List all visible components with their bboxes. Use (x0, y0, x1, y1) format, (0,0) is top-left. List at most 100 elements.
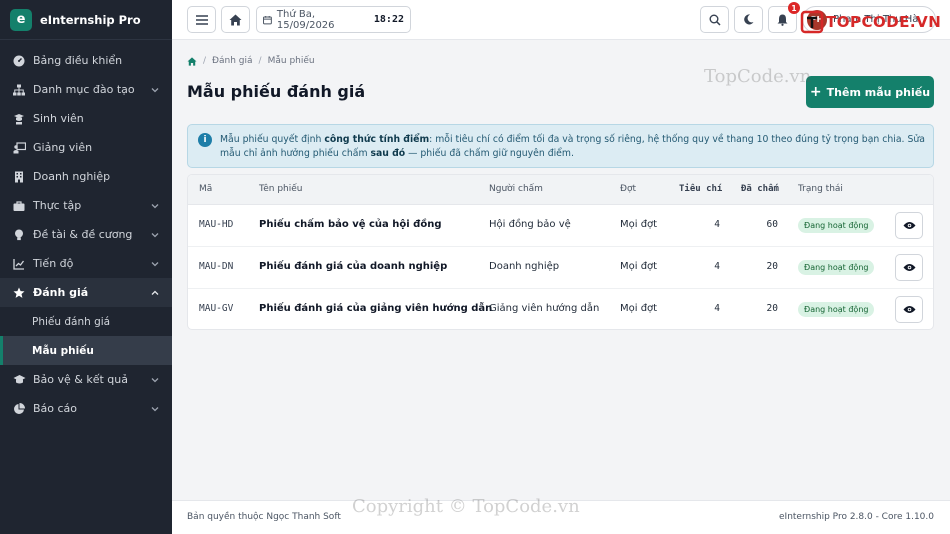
bell-icon (777, 14, 788, 26)
templates-table: Mã Tên phiếu Người chấm Đợt Tiêu chí Đã … (187, 174, 934, 330)
header-name[interactable]: Tên phiếu (259, 184, 303, 194)
chart-line-icon (12, 257, 26, 271)
chevron-down-icon (151, 261, 159, 266)
info-text-bold: sau đó (370, 148, 406, 159)
main-content: / Đánh giá / Mẫu phiếu Mẫu phiếu đánh gi… (172, 40, 950, 500)
home-icon[interactable] (187, 56, 197, 66)
sidebar-nav: Bảng điều khiển Danh mục đào tạo Sinh vi… (0, 46, 172, 423)
sidebar: e eInternship Pro Bảng điều khiển Danh m… (0, 0, 172, 534)
row-name: Phiếu đánh giá của giảng viên hướng dẫn (259, 303, 493, 314)
row-graded: 20 (766, 261, 778, 272)
table-header: Mã Tên phiếu Người chấm Đợt Tiêu chí Đã … (188, 175, 933, 205)
row-criteria: 4 (714, 219, 720, 230)
info-alert: i Mẫu phiếu quyết định công thức tính đi… (187, 124, 934, 168)
sidebar-item-label: Giảng viên (33, 141, 93, 154)
row-code: MAU-HD (199, 219, 234, 230)
theme-toggle-button[interactable] (734, 6, 763, 33)
info-text-bold: công thức tính điểm (324, 134, 430, 145)
sidebar-item-label: Doanh nghiệp (33, 170, 111, 183)
row-grader: Doanh nghiệp (489, 261, 560, 272)
footer-copyright: Bản quyền thuộc Ngọc Thanh Soft (187, 512, 341, 522)
header-round[interactable]: Đợt (620, 184, 636, 194)
brand-name: eInternship Pro (40, 12, 141, 27)
hamburger-icon (195, 14, 208, 25)
building-icon (12, 170, 26, 184)
table-row[interactable]: MAU-GV Phiếu đánh giá của giảng viên hướ… (188, 289, 933, 329)
plus-icon: + (809, 84, 822, 100)
calendar-icon (263, 15, 272, 24)
breadcrumb-separator: / (258, 56, 262, 66)
sidebar-item-lecturers[interactable]: Giảng viên (0, 133, 172, 162)
lightbulb-icon (12, 228, 26, 242)
sidebar-item-companies[interactable]: Doanh nghiệp (0, 162, 172, 191)
header-code[interactable]: Mã (199, 184, 212, 194)
search-button[interactable] (700, 6, 729, 33)
row-criteria: 4 (714, 261, 720, 272)
page-title: Mẫu phiếu đánh giá (187, 82, 366, 101)
info-text-part: Mẫu phiếu quyết định (220, 134, 325, 145)
sidebar-item-evaluation[interactable]: Đánh giá (0, 278, 172, 307)
sidebar-item-internships[interactable]: Thực tập (0, 191, 172, 220)
row-code: MAU-GV (199, 303, 234, 314)
sidebar-subitem-form-templates[interactable]: Mẫu phiếu (0, 336, 172, 365)
sidebar-item-label: Sinh viên (33, 112, 84, 125)
row-criteria: 4 (714, 303, 720, 314)
chevron-down-icon (151, 406, 159, 411)
sidebar-item-progress[interactable]: Tiến độ (0, 249, 172, 278)
header-grader[interactable]: Người chấm (489, 184, 543, 194)
star-icon (12, 286, 26, 300)
breadcrumb-evaluation[interactable]: Đánh giá (212, 56, 253, 66)
notifications-button[interactable]: 1 (768, 2, 800, 33)
table-row[interactable]: MAU-DN Phiếu đánh giá của doanh nghiệp D… (188, 247, 933, 289)
graduation-cap-icon (12, 373, 26, 387)
home-button[interactable] (221, 6, 250, 33)
row-graded: 60 (766, 219, 778, 230)
view-button[interactable] (895, 212, 923, 239)
chevron-down-icon (151, 203, 159, 208)
row-grader: Giảng viên hướng dẫn (489, 303, 600, 314)
sidebar-item-training-catalog[interactable]: Danh mục đào tạo (0, 75, 172, 104)
menu-toggle-button[interactable] (187, 6, 216, 33)
row-round: Mọi đợt (620, 261, 658, 272)
eye-icon (903, 306, 915, 313)
header-graded[interactable]: Đã chấm (741, 184, 779, 194)
sidebar-item-label: Báo cáo (33, 402, 78, 415)
row-grader: Hội đồng bảo vệ (489, 219, 571, 230)
row-name: Phiếu chấm bảo vệ của hội đồng (259, 219, 442, 230)
view-button[interactable] (895, 254, 923, 281)
header-criteria[interactable]: Tiêu chí (679, 184, 722, 194)
info-text-part: — phiếu đã chấm giữ nguyên điểm. (405, 148, 574, 159)
sidebar-item-label: Thực tập (33, 199, 82, 212)
info-icon: i (198, 133, 212, 147)
sidebar-item-dashboard[interactable]: Bảng điều khiển (0, 46, 172, 75)
briefcase-icon (12, 199, 26, 213)
eye-icon (903, 222, 915, 229)
sidebar-item-reports[interactable]: Báo cáo (0, 394, 172, 423)
sidebar-item-topics[interactable]: Đề tài & đề cương (0, 220, 172, 249)
breadcrumb-separator: / (203, 56, 207, 66)
current-date: Thứ Ba, 15/09/2026 (276, 8, 335, 31)
sidebar-item-defense-results[interactable]: Bảo vệ & kết quả (0, 365, 172, 394)
sidebar-item-label: Danh mục đào tạo (33, 83, 135, 96)
row-name: Phiếu đánh giá của doanh nghiệp (259, 261, 448, 272)
table-row[interactable]: MAU-HD Phiếu chấm bảo vệ của hội đồng Hộ… (188, 205, 933, 247)
teacher-icon (12, 141, 26, 155)
row-graded: 20 (766, 303, 778, 314)
home-icon (229, 14, 242, 25)
sidebar-item-label: Đề tài & đề cương (33, 228, 133, 241)
chevron-down-icon (151, 232, 159, 237)
sidebar-item-label: Tiến độ (33, 257, 74, 270)
row-round: Mọi đợt (620, 303, 658, 314)
header-status[interactable]: Trạng thái (798, 184, 843, 194)
view-button[interactable] (895, 296, 923, 323)
current-time: 18:22 (373, 14, 404, 25)
sidebar-subitem-evaluation-forms[interactable]: Phiếu đánh giá (0, 307, 172, 336)
brand[interactable]: e eInternship Pro (0, 0, 172, 40)
add-template-button[interactable]: + Thêm mẫu phiếu (806, 76, 934, 108)
breadcrumb: / Đánh giá / Mẫu phiếu (187, 56, 315, 66)
gauge-icon (12, 54, 26, 68)
sidebar-item-students[interactable]: Sinh viên (0, 104, 172, 133)
sidebar-item-label: Bảng điều khiển (33, 54, 123, 67)
info-text: Mẫu phiếu quyết định công thức tính điểm… (220, 133, 925, 161)
chevron-up-icon (151, 290, 159, 295)
